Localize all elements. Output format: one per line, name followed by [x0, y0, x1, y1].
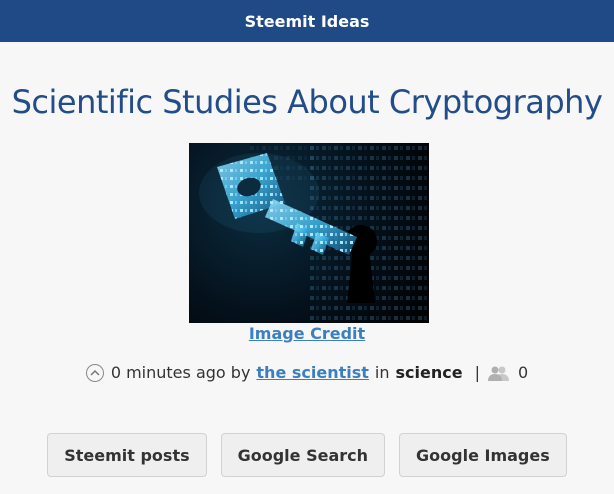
category-label[interactable]: science	[396, 363, 463, 382]
chevron-up-icon	[90, 369, 100, 376]
site-title[interactable]: Steemit Ideas	[245, 12, 370, 31]
steemit-posts-button[interactable]: Steemit posts	[47, 433, 207, 477]
google-search-button[interactable]: Google Search	[220, 433, 386, 477]
image-credit-link[interactable]: Image Credit	[0, 324, 614, 343]
post-time: 0 minutes ago by	[110, 363, 251, 382]
action-buttons: Steemit posts Google Search Google Image…	[0, 433, 614, 477]
post-meta: 0 minutes ago by the scientist in scienc…	[0, 363, 614, 382]
post-hero-image	[189, 143, 429, 323]
upvote-button[interactable]	[85, 363, 104, 382]
site-header: Steemit Ideas	[0, 0, 614, 42]
in-label: in	[374, 363, 390, 382]
meta-separator: |	[474, 363, 480, 382]
users-icon	[487, 365, 510, 381]
post-title: Scientific Studies About Cryptography	[11, 83, 603, 121]
voter-count: 0	[517, 363, 529, 382]
author-link[interactable]: the scientist	[256, 363, 369, 382]
crypto-key-illustration	[199, 143, 429, 323]
google-images-button[interactable]: Google Images	[399, 433, 567, 477]
